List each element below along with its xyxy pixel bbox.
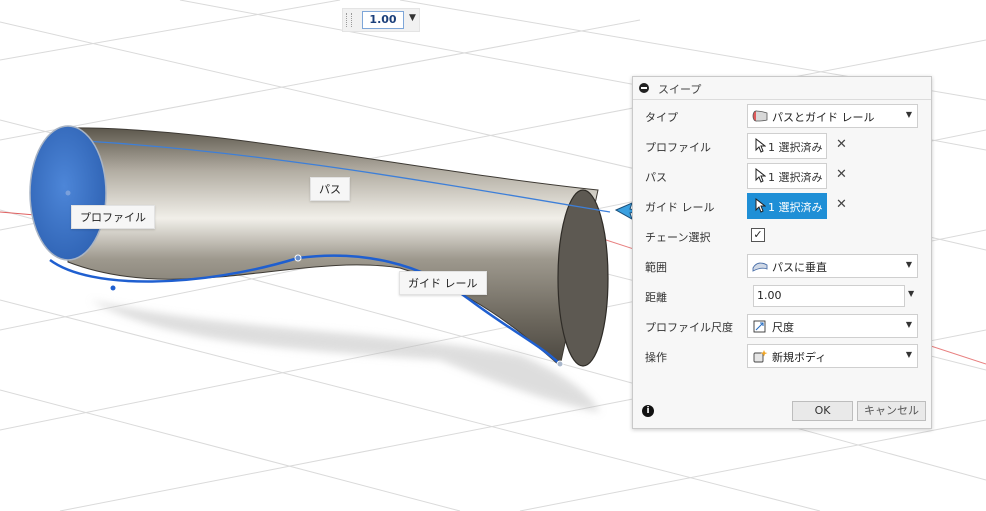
- operation-label: 操作: [645, 351, 667, 364]
- rail-point: [294, 254, 302, 262]
- row-guide-rail: ガイド レール 1 選択済み ✕: [633, 192, 931, 220]
- type-value: パスとガイド レール: [772, 111, 875, 124]
- cursor-arrow-icon: [755, 198, 766, 213]
- profile-select-button[interactable]: 1 選択済み: [747, 133, 827, 159]
- clear-profile-icon[interactable]: ✕: [836, 137, 847, 152]
- guide-rail-select-button[interactable]: 1 選択済み: [747, 193, 827, 219]
- sweep-dialog: スイープ タイプ パスとガイド レール ▼ プロファイル 1 選択済み ✕ パス…: [632, 76, 932, 429]
- row-profile-scaling: プロファイル尺度 尺度 ▼: [633, 312, 931, 340]
- extent-dropdown[interactable]: パスに垂直 ▼: [747, 254, 918, 278]
- clear-guide-rail-icon[interactable]: ✕: [836, 197, 847, 212]
- dialog-title: スイープ: [658, 83, 702, 96]
- operation-dropdown[interactable]: 新規ボディ ▼: [747, 344, 918, 368]
- floating-distance-value[interactable]: 1.00: [362, 11, 404, 29]
- chevron-down-icon: ▼: [905, 110, 912, 119]
- collapse-icon[interactable]: [639, 83, 649, 93]
- drag-grip-icon[interactable]: [346, 13, 352, 27]
- row-distance: 距離 1.00 ▼: [633, 282, 931, 310]
- ok-button[interactable]: OK: [792, 401, 853, 421]
- profile-scaling-value: 尺度: [772, 321, 794, 334]
- clear-path-icon[interactable]: ✕: [836, 167, 847, 182]
- type-label: タイプ: [645, 111, 678, 124]
- chain-select-label: チェーン選択: [645, 231, 711, 244]
- row-type: タイプ パスとガイド レール ▼: [633, 102, 931, 130]
- cancel-button[interactable]: キャンセル: [857, 401, 926, 421]
- cursor-arrow-icon: [755, 168, 766, 183]
- chevron-down-icon[interactable]: ▼: [409, 13, 416, 23]
- operation-value: 新規ボディ: [772, 351, 827, 364]
- distance-input[interactable]: 1.00: [753, 285, 905, 307]
- new-body-icon: [753, 350, 768, 363]
- rail-point: [556, 360, 564, 368]
- scale-icon: [753, 320, 766, 333]
- dialog-footer: i OK キャンセル: [633, 395, 931, 428]
- row-extent: 範囲 パスに垂直 ▼: [633, 252, 931, 280]
- profile-select-text: 1 選択済み: [768, 141, 823, 154]
- distance-label: 距離: [645, 291, 667, 304]
- rail-point: [110, 285, 116, 291]
- guide-rail-row-label: ガイド レール: [645, 201, 715, 214]
- path-row-label: パス: [645, 171, 667, 184]
- profile-label: プロファイル: [71, 205, 155, 229]
- row-profile: プロファイル 1 選択済み ✕: [633, 132, 931, 160]
- floating-distance-input[interactable]: 1.00 ▼: [342, 8, 420, 32]
- row-operation: 操作 新規ボディ ▼: [633, 342, 931, 370]
- path-select-text: 1 選択済み: [768, 171, 823, 184]
- chain-select-checkbox[interactable]: ✓: [751, 228, 765, 242]
- end-cap-face[interactable]: [557, 189, 609, 367]
- profile-scaling-label: プロファイル尺度: [645, 321, 733, 334]
- distance-value: 1.00: [757, 289, 782, 302]
- path-label: パス: [310, 177, 350, 201]
- profile-row-label: プロファイル: [645, 141, 711, 154]
- guide-rail-label: ガイド レール: [399, 271, 487, 295]
- swept-body[interactable]: [67, 127, 599, 367]
- chevron-down-icon: ▼: [905, 260, 912, 269]
- sweep-type-icon: [752, 110, 768, 122]
- chevron-down-icon: ▼: [905, 350, 912, 359]
- extent-label: 範囲: [645, 261, 667, 274]
- cursor-arrow-icon: [755, 138, 766, 153]
- extent-value: パスに垂直: [772, 261, 827, 274]
- info-icon[interactable]: i: [642, 405, 654, 417]
- row-path: パス 1 選択済み ✕: [633, 162, 931, 190]
- dialog-header: スイープ: [633, 77, 931, 100]
- chevron-down-icon: ▼: [905, 320, 912, 329]
- profile-scaling-dropdown[interactable]: 尺度 ▼: [747, 314, 918, 338]
- chevron-down-icon[interactable]: ▼: [908, 289, 914, 298]
- profile-center-point: [65, 190, 71, 196]
- type-dropdown[interactable]: パスとガイド レール ▼: [747, 104, 918, 128]
- perpendicular-icon: [752, 262, 768, 272]
- path-select-button[interactable]: 1 選択済み: [747, 163, 827, 189]
- row-chain-select: チェーン選択 ✓: [633, 222, 931, 250]
- guide-rail-select-text: 1 選択済み: [768, 201, 823, 214]
